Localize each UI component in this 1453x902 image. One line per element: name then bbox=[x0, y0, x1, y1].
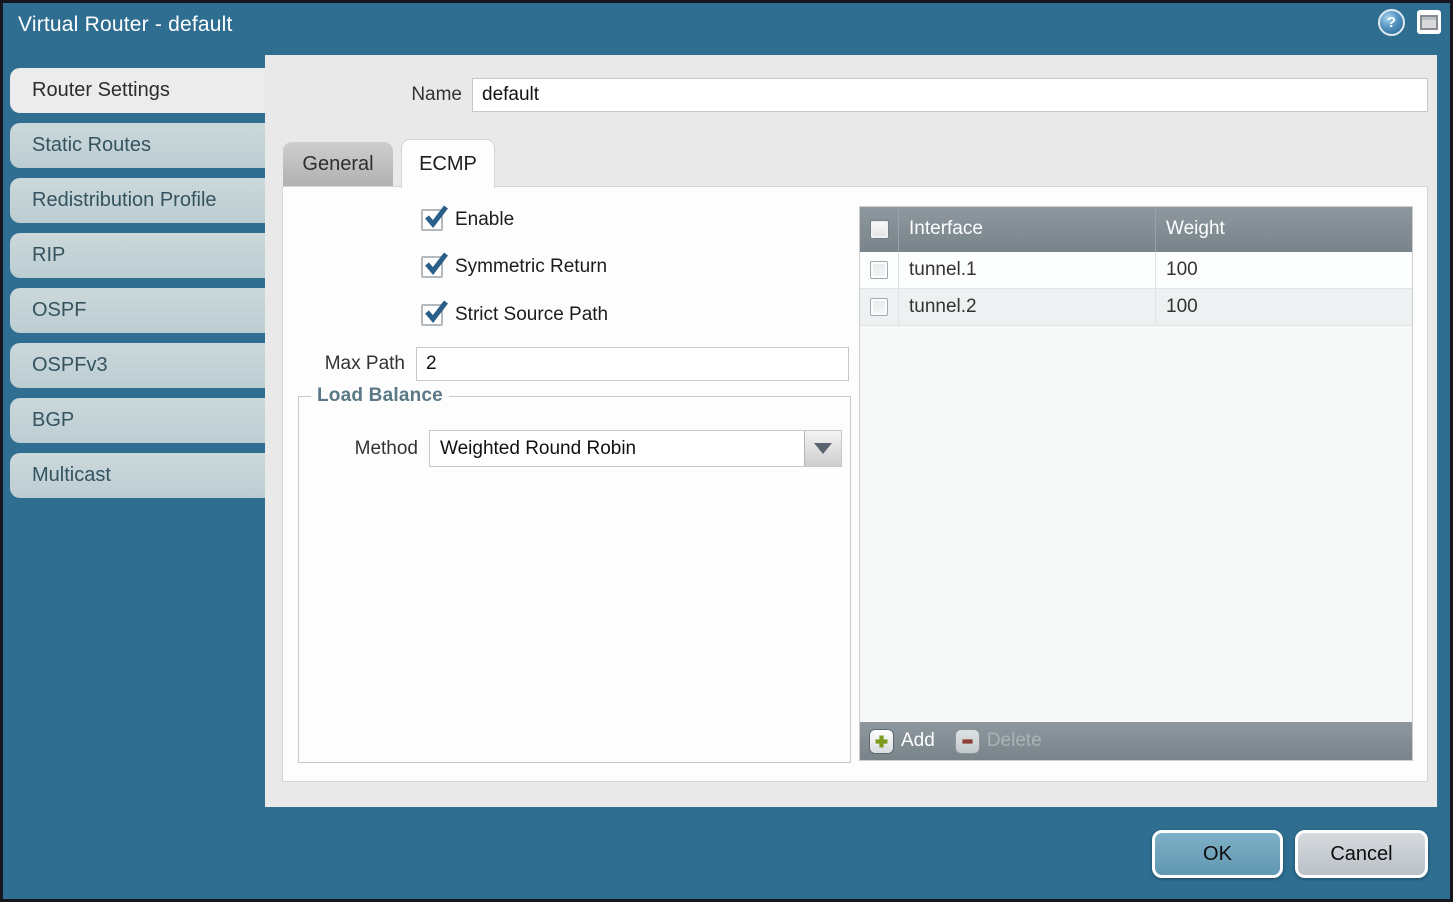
select-all-checkbox[interactable] bbox=[870, 220, 889, 239]
checkmark-icon bbox=[422, 300, 448, 326]
checkmark-icon bbox=[422, 252, 448, 278]
strict-source-path-label: Strict Source Path bbox=[455, 304, 608, 326]
add-button[interactable]: Add bbox=[869, 729, 935, 754]
sidebar-item-multicast[interactable]: Multicast bbox=[10, 453, 265, 498]
weight-cell[interactable]: 100 bbox=[1155, 289, 1412, 325]
cancel-button[interactable]: Cancel bbox=[1295, 830, 1428, 878]
dialog-title: Virtual Router - default bbox=[18, 13, 233, 37]
sidebar-item-ospfv3[interactable]: OSPFv3 bbox=[10, 343, 265, 388]
content-area: Name General ECMP Enable Symmetric Retur… bbox=[265, 55, 1437, 807]
sidebar-item-static-routes[interactable]: Static Routes bbox=[10, 123, 265, 168]
row-checkbox[interactable] bbox=[870, 261, 888, 279]
max-path-input[interactable] bbox=[416, 347, 849, 381]
ecmp-panel: Enable Symmetric Return Strict Source Pa… bbox=[282, 186, 1428, 782]
method-dropdown[interactable]: Weighted Round Robin bbox=[429, 430, 842, 467]
window-glyph bbox=[1420, 15, 1438, 30]
tab-general[interactable]: General bbox=[283, 142, 393, 186]
window-restore-icon[interactable] bbox=[1417, 10, 1441, 34]
table-toolbar: Add Delete bbox=[860, 722, 1412, 760]
sidebar-item-bgp[interactable]: BGP bbox=[10, 398, 265, 443]
add-button-label: Add bbox=[901, 730, 935, 752]
enable-label: Enable bbox=[455, 209, 514, 231]
tab-ecmp[interactable]: ECMP bbox=[401, 139, 495, 188]
row-checkbox[interactable] bbox=[870, 298, 888, 316]
plus-icon bbox=[869, 729, 894, 754]
virtual-router-dialog: Virtual Router - default ? Router Settin… bbox=[0, 0, 1453, 902]
minus-icon bbox=[955, 729, 980, 754]
enable-row: Enable bbox=[421, 209, 514, 231]
question-mark-glyph: ? bbox=[1387, 15, 1396, 30]
weight-cell[interactable]: 100 bbox=[1155, 252, 1412, 288]
max-path-label: Max Path bbox=[283, 347, 405, 381]
table-empty-area bbox=[860, 326, 1412, 722]
chevron-down-icon bbox=[814, 443, 832, 454]
load-balance-group: Load Balance Method Weighted Round Robin bbox=[298, 396, 851, 763]
enable-checkbox[interactable] bbox=[421, 209, 443, 231]
name-label: Name bbox=[265, 78, 462, 112]
strict-source-path-checkbox[interactable] bbox=[421, 304, 443, 326]
help-icon[interactable]: ? bbox=[1378, 9, 1405, 36]
table-row[interactable]: tunnel.1 100 bbox=[860, 252, 1412, 289]
interface-cell[interactable]: tunnel.2 bbox=[898, 289, 1155, 325]
load-balance-legend: Load Balance bbox=[311, 385, 449, 407]
sidebar-item-router-settings[interactable]: Router Settings bbox=[10, 68, 265, 113]
table-header: Interface Weight bbox=[860, 207, 1412, 252]
sidebar-item-rip[interactable]: RIP bbox=[10, 233, 265, 278]
table-row[interactable]: tunnel.2 100 bbox=[860, 289, 1412, 326]
column-header-interface[interactable]: Interface bbox=[898, 207, 1155, 252]
method-dropdown-value: Weighted Round Robin bbox=[430, 431, 841, 466]
method-dropdown-button[interactable] bbox=[804, 431, 841, 466]
interface-table: Interface Weight tunnel.1 100 tunnel.2 1… bbox=[859, 206, 1413, 761]
method-label: Method bbox=[299, 430, 418, 467]
symmetric-return-row: Symmetric Return bbox=[421, 256, 607, 278]
name-input[interactable] bbox=[472, 78, 1428, 112]
sidebar-item-ospf[interactable]: OSPF bbox=[10, 288, 265, 333]
symmetric-return-checkbox[interactable] bbox=[421, 256, 443, 278]
column-header-weight[interactable]: Weight bbox=[1155, 207, 1412, 252]
checkmark-icon bbox=[422, 205, 448, 231]
symmetric-return-label: Symmetric Return bbox=[455, 256, 607, 278]
strict-source-path-row: Strict Source Path bbox=[421, 304, 608, 326]
interface-cell[interactable]: tunnel.1 bbox=[898, 252, 1155, 288]
delete-button-label: Delete bbox=[987, 730, 1042, 752]
delete-button[interactable]: Delete bbox=[955, 729, 1042, 754]
sidebar-item-redistribution-profile[interactable]: Redistribution Profile bbox=[10, 178, 265, 223]
ok-button[interactable]: OK bbox=[1152, 830, 1283, 878]
